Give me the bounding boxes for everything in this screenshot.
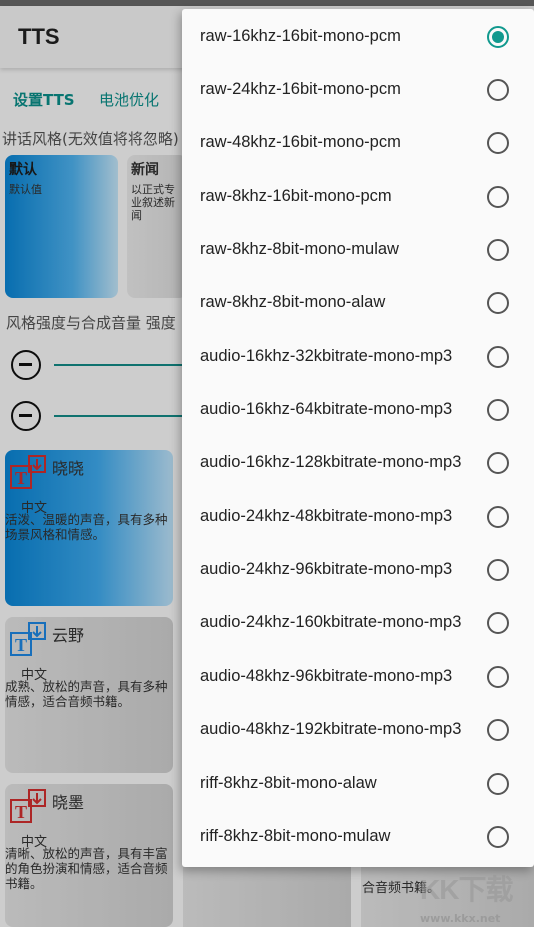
format-option-label: raw-8khz-8bit-mono-alaw [200,293,386,311]
format-option[interactable]: raw-16khz-16bit-mono-pcm [182,11,534,64]
radio-icon[interactable] [487,239,509,261]
format-option-label: raw-16khz-16bit-mono-pcm [200,27,401,45]
format-option[interactable]: audio-24khz-96kbitrate-mono-mp3 [182,544,534,597]
format-option-label: raw-24khz-16bit-mono-pcm [200,80,401,98]
radio-icon[interactable] [487,666,509,688]
radio-icon[interactable] [487,399,509,421]
format-option-label: audio-16khz-64kbitrate-mono-mp3 [200,400,453,418]
format-option[interactable]: audio-24khz-48kbitrate-mono-mp3 [182,491,534,544]
format-option[interactable]: raw-8khz-8bit-mono-alaw [182,277,534,330]
radio-icon[interactable] [487,186,509,208]
format-option-label: audio-24khz-48kbitrate-mono-mp3 [200,507,453,525]
radio-icon[interactable] [487,132,509,154]
format-option-label: audio-24khz-96kbitrate-mono-mp3 [200,560,453,578]
format-option[interactable]: audio-48khz-96kbitrate-mono-mp3 [182,651,534,704]
format-option-label: audio-48khz-96kbitrate-mono-mp3 [200,667,453,685]
radio-selected-icon[interactable] [487,26,509,48]
radio-icon[interactable] [487,773,509,795]
radio-icon[interactable] [487,506,509,528]
format-option[interactable]: riff-8khz-8bit-mono-alaw [182,758,534,811]
format-option-label: raw-48khz-16bit-mono-pcm [200,133,401,151]
format-option[interactable]: raw-24khz-16bit-mono-pcm [182,64,534,117]
format-option[interactable]: riff-8khz-8bit-mono-mulaw [182,811,534,864]
format-option-label: raw-8khz-8bit-mono-mulaw [200,240,399,258]
radio-icon[interactable] [487,346,509,368]
format-option-label: riff-8khz-8bit-mono-mulaw [200,827,391,845]
radio-icon[interactable] [487,826,509,848]
format-option-label: raw-8khz-16bit-mono-pcm [200,187,392,205]
radio-icon[interactable] [487,79,509,101]
format-option-label: audio-16khz-32kbitrate-mono-mp3 [200,347,453,365]
format-option[interactable]: audio-16khz-64kbitrate-mono-mp3 [182,384,534,437]
radio-icon[interactable] [487,612,509,634]
format-option-label: audio-48khz-192kbitrate-mono-mp3 [200,720,462,738]
format-option[interactable]: audio-24khz-160kbitrate-mono-mp3 [182,597,534,650]
watermark-logo: KK下载 [420,874,513,905]
site-watermark: KK下载 www.kkx.net [420,868,530,926]
format-option[interactable]: raw-48khz-16bit-mono-pcm [182,117,534,170]
watermark-url: www.kkx.net [420,912,501,925]
radio-icon[interactable] [487,452,509,474]
format-option[interactable]: raw-8khz-16bit-mono-pcm [182,171,534,224]
format-option-label: riff-8khz-8bit-mono-alaw [200,774,377,792]
format-option[interactable]: audio-48khz-192kbitrate-mono-mp3 [182,704,534,757]
format-option[interactable]: audio-16khz-128kbitrate-mono-mp3 [182,437,534,490]
format-option[interactable]: raw-8khz-8bit-mono-mulaw [182,224,534,277]
audio-format-menu: raw-16khz-16bit-mono-pcm raw-24khz-16bit… [182,9,534,867]
radio-icon[interactable] [487,719,509,741]
format-option-label: audio-24khz-160kbitrate-mono-mp3 [200,613,462,631]
format-option-label: audio-16khz-128kbitrate-mono-mp3 [200,453,462,471]
radio-icon[interactable] [487,292,509,314]
format-option[interactable]: audio-16khz-32kbitrate-mono-mp3 [182,331,534,384]
radio-icon[interactable] [487,559,509,581]
